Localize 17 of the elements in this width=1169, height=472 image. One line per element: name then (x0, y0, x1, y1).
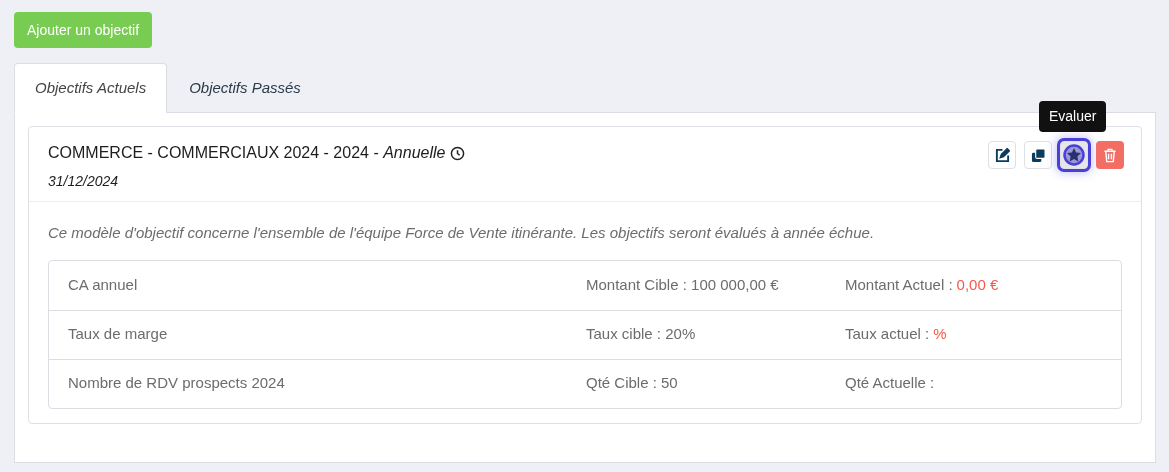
tooltip: Evaluer (1039, 101, 1107, 132)
actual-value: 0,00 € (956, 274, 999, 295)
target-value: Taux cible : 20% (586, 324, 697, 345)
actual-label: Montant Actuel : (845, 274, 953, 295)
actual-label: Taux actuel : (845, 324, 930, 345)
objective-date: 31/12/2024 (48, 172, 120, 191)
objective-title: COMMERCE - COMMERCIAUX 2024 - 2024 - Annuelle (48, 143, 446, 163)
criterion-name: Nombre de RDV prospects 2024 (68, 373, 286, 394)
criterion-name: Taux de marge (68, 324, 169, 345)
actual-label: Qté Actuelle : (845, 373, 935, 394)
objective-description: Ce modèle d'objectif concerne l'ensemble de l'équipe Force de Vente itinérante. Les objectifs seront évalués à année échue. (48, 223, 876, 243)
tab[interactable]: Objectifs Actuels (14, 63, 168, 113)
target-value: Qté Cible : 50 (586, 373, 679, 394)
criterion-name: CA annuel (68, 274, 139, 295)
tab[interactable]: Objectifs Passés (167, 63, 323, 113)
actual-value: % (933, 324, 947, 345)
target-value: Montant Cible : 100 000,00 € (586, 274, 780, 295)
